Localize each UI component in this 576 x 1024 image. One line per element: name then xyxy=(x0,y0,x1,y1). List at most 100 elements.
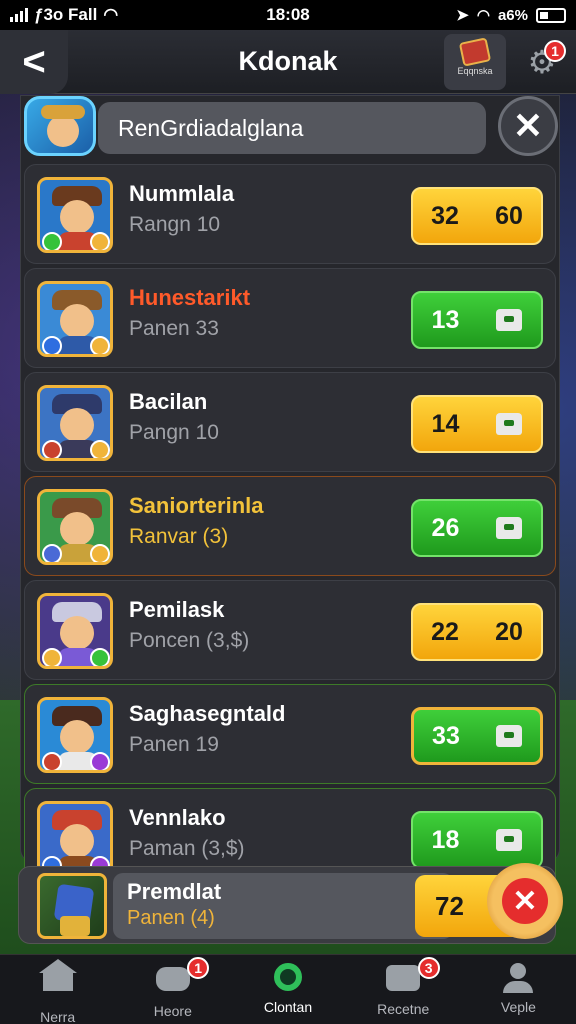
pill-value-1: 13 xyxy=(431,305,460,334)
avatar-face xyxy=(60,512,94,546)
player-avatar[interactable] xyxy=(24,96,96,156)
value-pill[interactable]: 22 20 xyxy=(411,603,543,661)
nav-label: Nerra xyxy=(40,1009,76,1024)
bottom-nav: Nerra 1 Heore Clontan 3 Recetne Veple xyxy=(0,954,576,1024)
gem-icon xyxy=(42,336,62,354)
status-bar: ƒ3o Fall ◠ 18:08 ➤ ◠ a6% xyxy=(0,0,576,30)
home-icon xyxy=(38,959,77,1003)
player-rank: Panen 19 xyxy=(129,733,219,756)
jersey-icon xyxy=(496,829,523,851)
player-name: Pemilask xyxy=(129,597,225,622)
avatar-face xyxy=(60,200,94,234)
gem-icon xyxy=(42,544,62,562)
player-name: Saniorterinla xyxy=(129,493,264,518)
jersey-icon xyxy=(496,413,523,435)
pill-value-2: 20 xyxy=(495,617,523,646)
selected-info: Premdlat Panen (4) xyxy=(113,873,453,939)
player-avatar xyxy=(37,385,113,461)
player-avatar xyxy=(37,489,113,565)
jersey-icon xyxy=(496,517,523,539)
status-left: ƒ3o Fall ◠ xyxy=(10,5,210,25)
nav-label: Veple xyxy=(500,999,536,1015)
avatar-face xyxy=(60,824,94,858)
coin-icon xyxy=(90,544,110,562)
player-list: Nummlala Rangn 10 32 60 Hunestarikt Panen… xyxy=(24,164,556,892)
pill-value-1: 26 xyxy=(431,513,460,542)
nav-item-heore[interactable]: 1 Heore xyxy=(115,955,230,1024)
player-name: Bacilan xyxy=(129,389,208,414)
value-pill[interactable]: 14 xyxy=(411,395,543,453)
value-pill[interactable]: 26 xyxy=(411,499,543,557)
player-rank: Rangn 10 xyxy=(129,213,221,236)
coin-icon xyxy=(90,648,110,666)
list-item[interactable]: Nummlala Rangn 10 32 60 xyxy=(24,164,556,264)
close-search-button[interactable]: ✕ xyxy=(498,96,558,156)
player-rank: Panen 33 xyxy=(129,317,219,340)
nav-badge: 1 xyxy=(187,957,210,979)
player-rank: Pangn 10 xyxy=(129,421,219,444)
remove-button[interactable]: ✕ xyxy=(487,863,563,939)
selected-name: Premdlat xyxy=(127,879,222,904)
wifi-icon-right: ◠ xyxy=(476,7,490,24)
battery-percent: a6% xyxy=(497,6,528,24)
player-avatar xyxy=(37,177,113,253)
selected-sub: Panen (4) xyxy=(127,907,215,929)
gem-icon xyxy=(42,232,62,250)
player-name: Hunestarikt xyxy=(129,285,251,310)
nav-label: Heore xyxy=(153,1003,192,1019)
coin-icon xyxy=(90,336,110,354)
gift-button[interactable]: Eqqnska xyxy=(444,34,506,90)
nav-label: Recetne xyxy=(377,1001,430,1017)
status-right: ➤ ◠ a6% xyxy=(366,6,566,24)
profile-icon xyxy=(501,963,535,993)
search-icon xyxy=(271,963,305,993)
coin-icon xyxy=(90,440,110,458)
selected-player-row[interactable]: Premdlat Panen (4) 72 ✕ xyxy=(18,863,563,944)
avatar-face xyxy=(60,616,94,650)
avatar-hat xyxy=(41,105,85,119)
avatar-face xyxy=(60,408,94,442)
coin-icon xyxy=(90,232,110,250)
list-item[interactable]: Bacilan Pangn 10 14 xyxy=(24,372,556,472)
inbox-icon xyxy=(386,965,421,995)
settings-button[interactable]: ⚙ 1 xyxy=(512,34,572,90)
battery-icon xyxy=(536,7,566,23)
wifi-icon: ◠ xyxy=(103,5,119,24)
signal-icon xyxy=(10,8,28,22)
nav-item-clontan[interactable]: Clontan xyxy=(230,955,345,1024)
avatar-face xyxy=(47,115,79,147)
selected-avatar-crest xyxy=(60,916,90,936)
selected-avatar xyxy=(37,873,107,939)
list-item[interactable]: Saghasegntald Panen 19 33 xyxy=(24,684,556,784)
value-pill[interactable]: 32 60 xyxy=(411,187,543,245)
player-name: Saghasegntald xyxy=(129,701,286,726)
gem-icon xyxy=(42,752,62,770)
value-pill[interactable]: 13 xyxy=(411,291,543,349)
nav-item-veple[interactable]: Veple xyxy=(461,955,576,1024)
list-item[interactable]: Hunestarikt Panen 33 13 xyxy=(24,268,556,368)
settings-badge: 1 xyxy=(544,40,566,62)
nav-item-recetne[interactable]: 3 Recetne xyxy=(346,955,461,1024)
nav-item-nerra[interactable]: Nerra xyxy=(0,955,115,1024)
pill-value-1: 33 xyxy=(432,721,460,750)
value-pill[interactable]: 33 xyxy=(411,707,543,765)
list-item[interactable]: Pemilask Poncen (3,$) 22 20 xyxy=(24,580,556,680)
gift-icon xyxy=(458,37,492,67)
value-pill[interactable]: 18 xyxy=(411,811,543,869)
pill-value-1: 18 xyxy=(431,825,460,854)
list-item[interactable]: Saniorterinla Ranvar (3) 26 xyxy=(24,476,556,576)
avatar-face xyxy=(60,720,94,754)
location-icon: ➤ xyxy=(456,7,469,24)
search-input[interactable] xyxy=(98,102,486,154)
player-avatar xyxy=(37,593,113,669)
pill-value-1: 32 xyxy=(431,201,459,230)
player-avatar xyxy=(37,697,113,773)
player-name: Nummlala xyxy=(129,181,235,206)
close-icon: ✕ xyxy=(502,878,548,924)
pill-value-2: 60 xyxy=(495,201,523,230)
player-rank: Ranvar (3) xyxy=(129,525,229,548)
search-row: ✕ xyxy=(20,94,560,160)
status-time: 18:08 xyxy=(266,5,310,24)
nav-label: Clontan xyxy=(263,999,313,1015)
close-icon: ✕ xyxy=(512,105,544,146)
